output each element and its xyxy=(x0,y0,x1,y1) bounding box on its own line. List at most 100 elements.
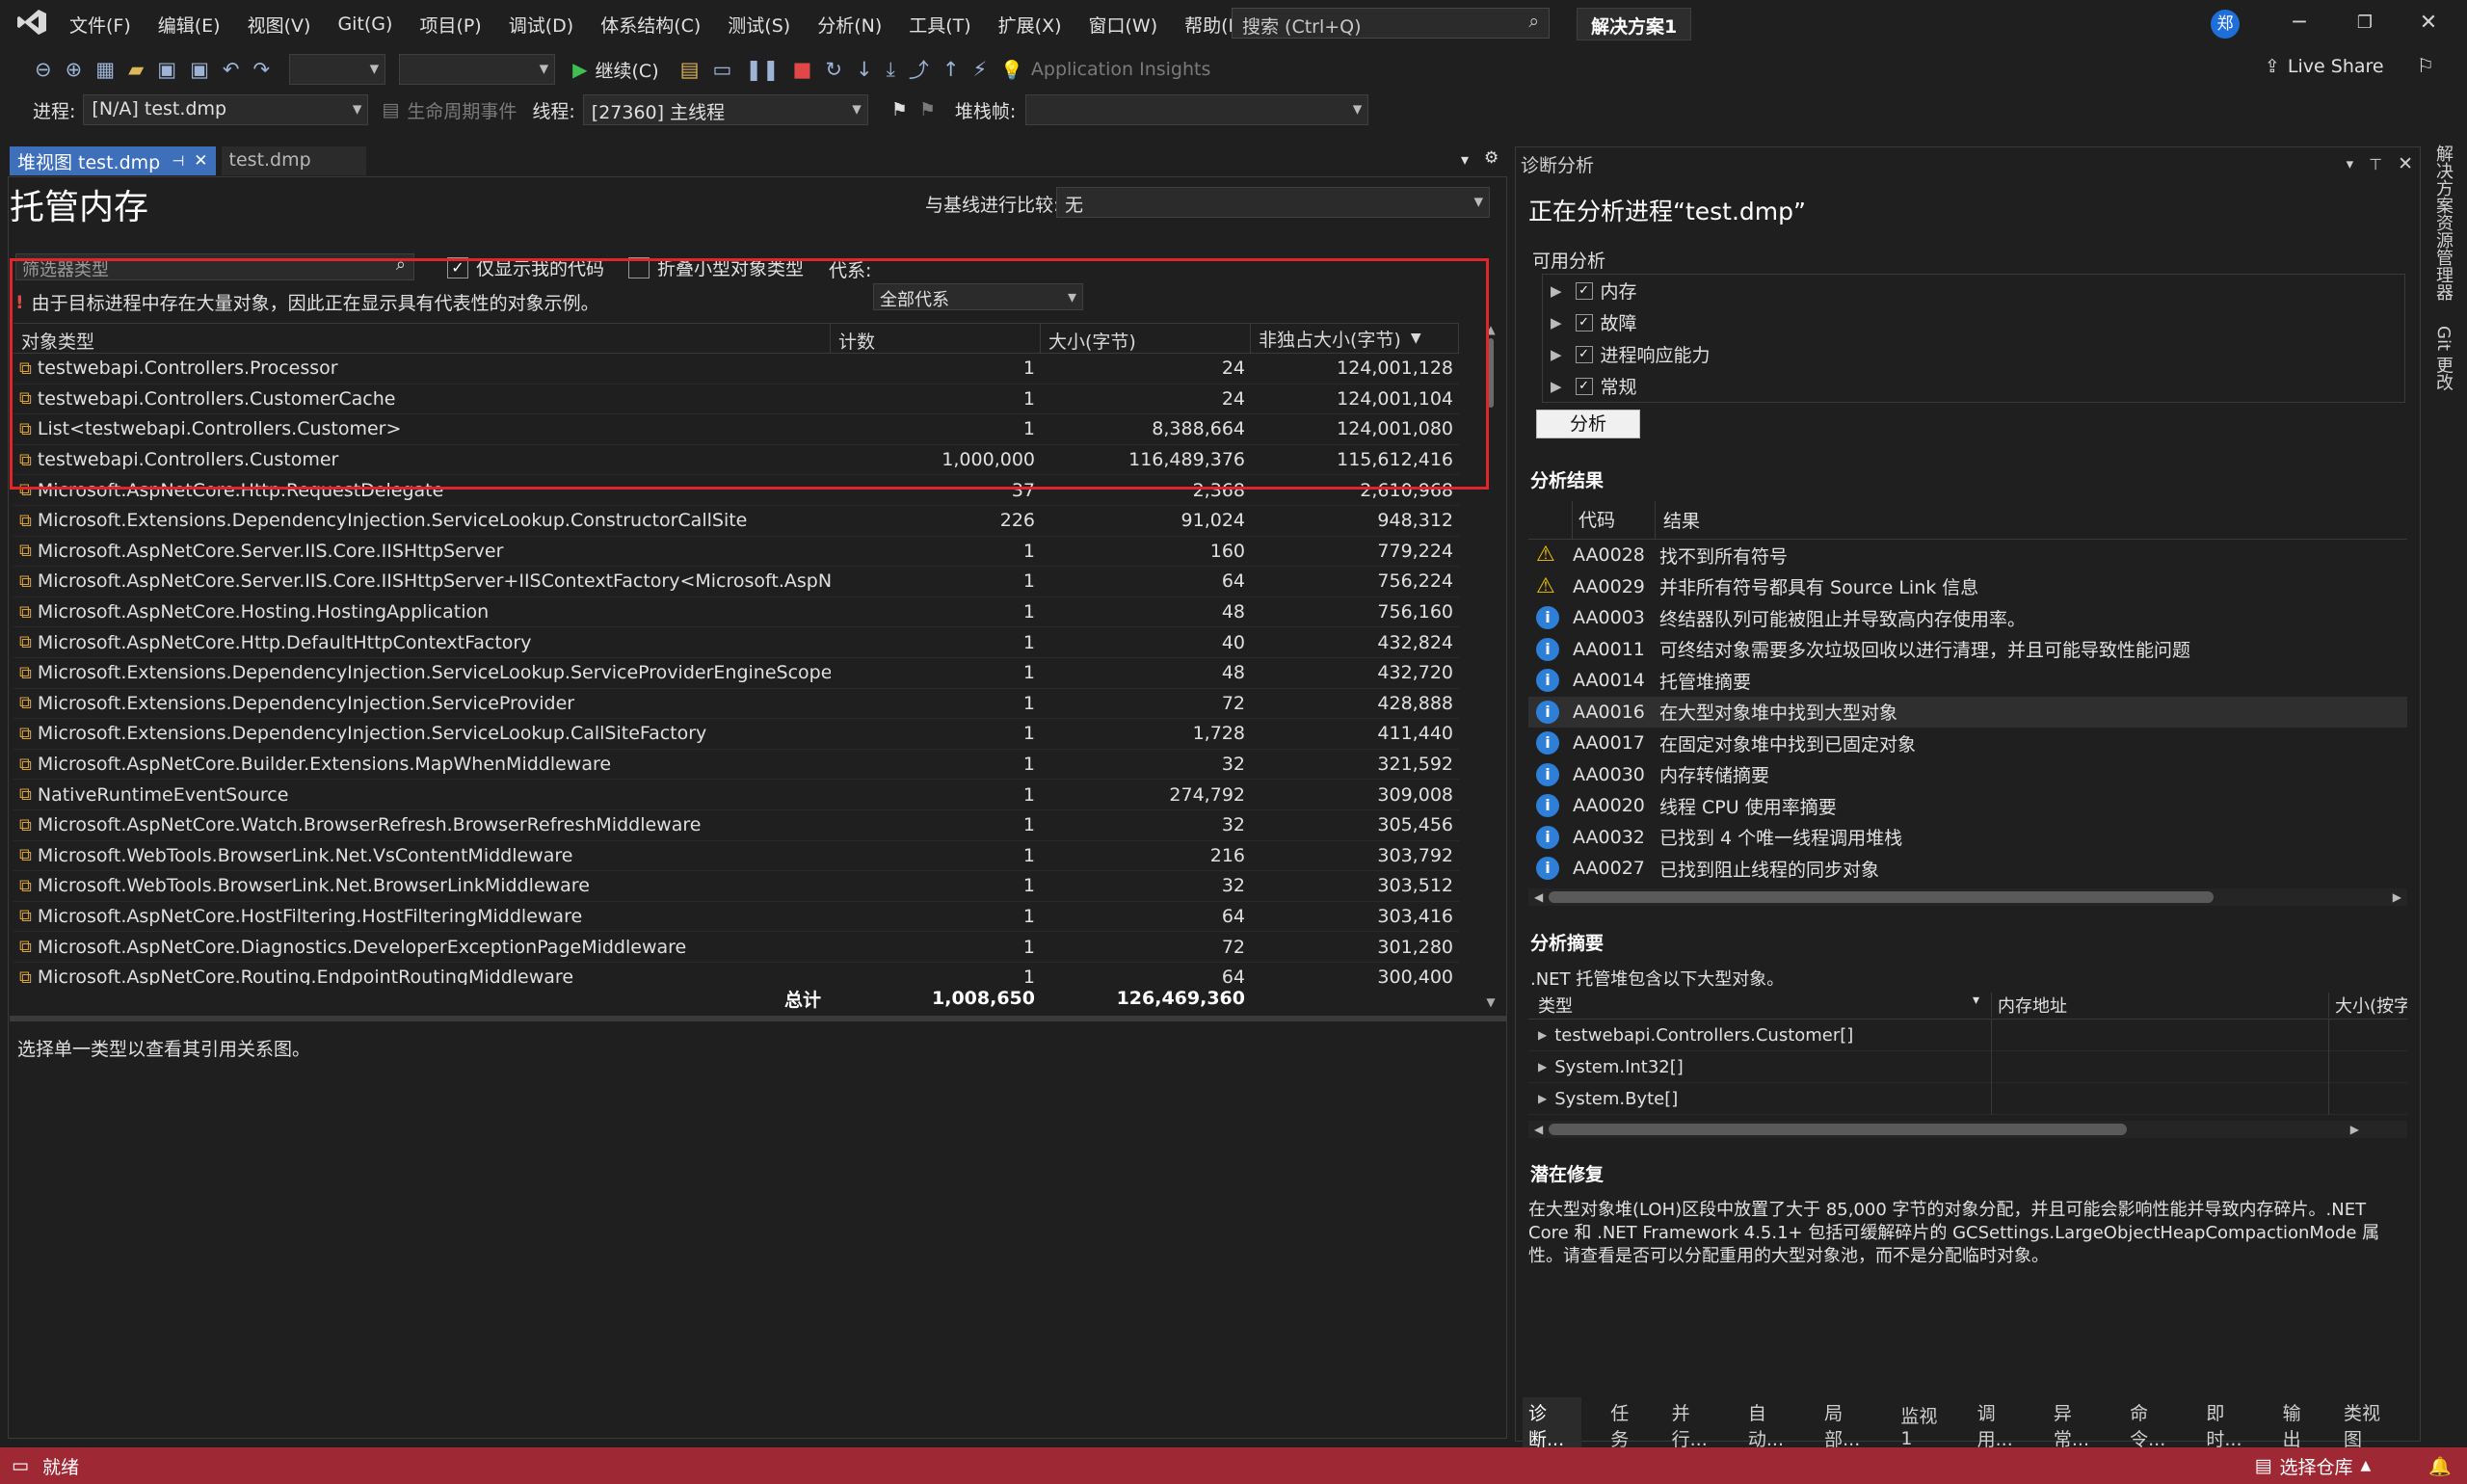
save-all-icon[interactable]: ▣ xyxy=(190,58,209,81)
tool-tab[interactable]: 局部... xyxy=(1824,1399,1871,1451)
column-size[interactable]: 大小(字节) xyxy=(1041,323,1251,354)
continue-button[interactable]: 继续(C) xyxy=(596,57,659,83)
avatar[interactable]: 郑 xyxy=(2211,10,2240,39)
result-row[interactable]: ⚠ AA0028 找不到所有符号 xyxy=(1528,540,2407,571)
table-row[interactable]: ⧉ Microsoft.AspNetCore.Builder.Extensions… xyxy=(13,750,1459,781)
table-row[interactable]: ⧉ Microsoft.AspNetCore.Http.RequestDelega… xyxy=(13,475,1459,506)
tab-solution-explorer[interactable]: 解决方案资源管理器 xyxy=(2430,145,2455,301)
minimize-icon[interactable]: ─ xyxy=(2280,8,2319,39)
lob-row[interactable]: ▶ System.Int32[] xyxy=(1528,1050,2407,1083)
tool-tab[interactable]: 监视 1 xyxy=(1900,1402,1948,1449)
back-icon[interactable]: ⊖ xyxy=(35,58,52,81)
pin-icon[interactable]: ⊣ xyxy=(172,152,184,170)
analysis-item[interactable]: ▶ ✓ 故障 xyxy=(1543,306,2404,338)
panel-close-icon[interactable]: ✕ xyxy=(2398,153,2413,174)
analysis-item[interactable]: ▶ ✓ 进程响应能力 xyxy=(1543,338,2404,370)
column-size-bytes[interactable]: 大小(按字 xyxy=(2328,992,2407,1018)
analysis-checkbox[interactable]: ✓ xyxy=(1575,345,1593,363)
thread-combo[interactable]: [27360] 主线程 xyxy=(582,94,868,125)
close-tab-icon[interactable]: ✕ xyxy=(194,151,207,171)
analyze-button[interactable]: 分析 xyxy=(1536,410,1640,438)
generation-combo[interactable]: 全部代系 xyxy=(873,283,1083,310)
menu-item[interactable]: 测试(S) xyxy=(728,12,790,38)
step-back-icon[interactable]: ↑ xyxy=(942,58,960,81)
select-repo-button[interactable]: ▤ 选择仓库 ▲ xyxy=(2255,1453,2372,1479)
panel-dropdown-icon[interactable]: ▾ xyxy=(2347,155,2354,172)
menu-item[interactable]: 视图(V) xyxy=(248,12,311,38)
notification-bell-icon[interactable]: 🔔 xyxy=(2428,1455,2452,1477)
column-code[interactable]: 代码 xyxy=(1573,500,1656,540)
tab-heap-view[interactable]: 堆视图 test.dmp ⊣ ✕ xyxy=(10,146,216,175)
only-my-code-toggle[interactable]: ✓ 仅显示我的代码 xyxy=(447,254,604,280)
result-row[interactable]: i AA0027 已找到阻止线程的同步对象 xyxy=(1528,853,2407,885)
table-row[interactable]: ⧉ Microsoft.AspNetCore.Http.DefaultHttpCo… xyxy=(13,627,1459,658)
menu-item[interactable]: 工具(T) xyxy=(909,12,970,38)
expand-icon[interactable]: ▶ xyxy=(1538,1060,1547,1073)
expand-icon[interactable]: ▶ xyxy=(1538,1028,1547,1042)
open-folder-icon[interactable]: ▰ xyxy=(128,58,144,81)
tool-tab[interactable]: 即时... xyxy=(2206,1399,2253,1451)
table-row[interactable]: ⧉ Microsoft.AspNetCore.Server.IIS.Core.II… xyxy=(13,567,1459,597)
menu-item[interactable]: 扩展(X) xyxy=(998,12,1062,38)
column-object-type[interactable]: 对象类型 xyxy=(13,323,831,354)
hot-reload-icon[interactable]: ⚡ xyxy=(972,58,987,81)
table-row[interactable]: ⧉ Microsoft.AspNetCore.Server.IIS.Core.II… xyxy=(13,537,1459,568)
analysis-item[interactable]: ▶ ✓ 内存 xyxy=(1543,275,2404,306)
tab-test-dmp[interactable]: test.dmp xyxy=(221,146,366,175)
close-icon[interactable]: ✕ xyxy=(2409,8,2448,39)
result-row[interactable]: i AA0016 在大型对象堆中找到大型对象 xyxy=(1528,696,2407,728)
config-combo[interactable] xyxy=(289,54,386,85)
settings-gear-icon[interactable]: ⚙ xyxy=(1484,148,1499,168)
tab-list-dropdown-icon[interactable]: ▾ xyxy=(1461,150,1469,169)
analysis-checkbox[interactable]: ✓ xyxy=(1575,377,1593,395)
analysis-checkbox[interactable]: ✓ xyxy=(1575,281,1593,300)
debug-folder-icon[interactable]: ▤ xyxy=(680,58,700,81)
result-row[interactable]: i AA0011 可终结对象需要多次垃圾回收以进行清理，并且可能导致性能问题 xyxy=(1528,634,2407,666)
restore-icon[interactable]: ❐ xyxy=(2346,8,2384,39)
menu-item[interactable]: 体系结构(C) xyxy=(600,12,701,38)
feedback-icon[interactable]: ⚐ xyxy=(2417,54,2434,77)
menu-item[interactable]: 调试(D) xyxy=(509,12,573,38)
tool-tab[interactable]: 任务 xyxy=(1610,1399,1642,1451)
column-type[interactable]: 类型 ▾ xyxy=(1528,993,1991,1018)
result-row[interactable]: i AA0003 终结器队列可能被阻止并导致高内存使用率。 xyxy=(1528,602,2407,634)
save-icon[interactable]: ▣ xyxy=(157,58,176,81)
expand-icon[interactable]: ▶ xyxy=(1551,346,1562,363)
column-inclusive-size[interactable]: 非独占大小(字节) ▼ xyxy=(1251,323,1459,354)
analysis-item[interactable]: ▶ ✓ 常规 xyxy=(1543,370,2404,402)
table-row[interactable]: ⧉ List<testwebapi.Controllers.Customer> 1 8… xyxy=(13,414,1459,445)
result-row[interactable]: i AA0017 在固定对象堆中找到已固定对象 xyxy=(1528,728,2407,759)
window-icon[interactable]: ▭ xyxy=(712,58,731,81)
result-row[interactable]: i AA0030 内存转储摘要 xyxy=(1528,759,2407,791)
lob-row[interactable]: ▶ testwebapi.Controllers.Customer[] xyxy=(1528,1019,2407,1051)
platform-combo[interactable] xyxy=(399,54,556,85)
table-row[interactable]: ⧉ testwebapi.Controllers.Customer 1,000,00… xyxy=(13,445,1459,476)
continue-icon[interactable]: ▶ xyxy=(572,58,587,81)
tool-tab[interactable]: 调用... xyxy=(1977,1399,2025,1451)
table-row[interactable]: ⧉ testwebapi.Controllers.Processor 1 24 124,… xyxy=(13,354,1459,384)
process-combo[interactable]: [N/A] test.dmp xyxy=(83,94,369,125)
tool-tab[interactable]: 类视图 xyxy=(2344,1399,2392,1451)
expand-icon[interactable]: ▶ xyxy=(1551,282,1562,300)
only-my-code-checkbox[interactable]: ✓ xyxy=(447,256,468,278)
pause-icon[interactable]: ❚❚ xyxy=(745,58,779,81)
table-row[interactable]: ⧉ Microsoft.AspNetCore.Diagnostics.Develo… xyxy=(13,932,1459,963)
result-row[interactable]: ⚠ AA0029 并非所有符号都具有 Source Link 信息 xyxy=(1528,571,2407,603)
collapse-small-checkbox[interactable] xyxy=(628,256,650,278)
result-row[interactable]: i AA0032 已找到 4 个唯一线程调用堆栈 xyxy=(1528,822,2407,854)
stop-icon[interactable]: ■ xyxy=(793,58,812,81)
result-row[interactable]: i AA0014 托管堆摘要 xyxy=(1528,665,2407,697)
tool-tab[interactable]: 命令... xyxy=(2130,1399,2177,1451)
menu-item[interactable]: 窗口(W) xyxy=(1089,12,1158,38)
flag-icon[interactable]: ⚑ xyxy=(891,99,908,120)
lifecycle-events-button[interactable]: 生命周期事件 xyxy=(407,97,517,123)
table-row[interactable]: ⧉ Microsoft.Extensions.DependencyInjectio… xyxy=(13,506,1459,537)
panel-pin-icon[interactable]: ⊤ xyxy=(2369,155,2382,173)
result-row[interactable]: i AA0020 线程 CPU 使用率摘要 xyxy=(1528,790,2407,822)
menu-item[interactable]: 项目(P) xyxy=(419,12,481,38)
tool-tab[interactable]: 输出 xyxy=(2283,1399,2315,1451)
flag-threads-icon[interactable]: ⚑ xyxy=(919,99,936,120)
table-row[interactable]: ⧉ Microsoft.AspNetCore.HostFiltering.Host… xyxy=(13,902,1459,933)
results-hscrollbar[interactable]: ◀ ▶ xyxy=(1528,888,2407,906)
step-into-icon[interactable]: ↓ xyxy=(856,58,873,81)
